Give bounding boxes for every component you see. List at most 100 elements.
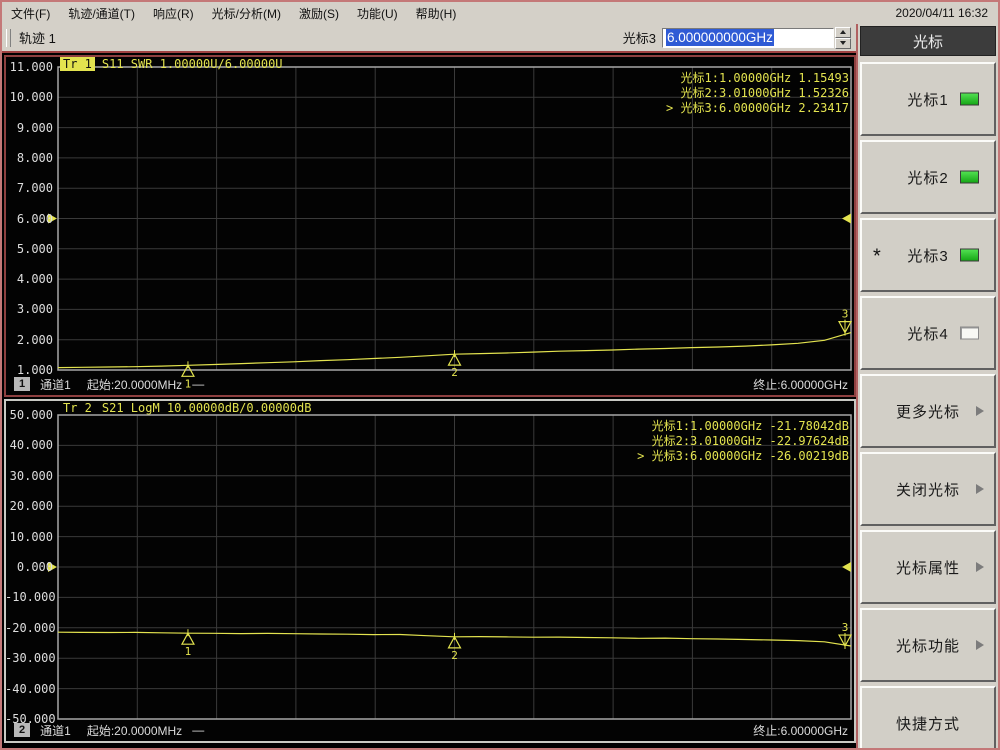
y-axis-label: 11.000 [9,60,53,74]
shortcuts-button[interactable]: 快捷方式 [860,686,996,748]
channel2-logmag-panel: Tr 2 S21 LogM 10.00000dB/0.00000dB 1 2 3 5… [4,399,856,743]
marker-functions-button[interactable]: 光标功能 [860,608,996,682]
marker-properties-button[interactable]: 光标属性 [860,530,996,604]
sweep-indicator: — [192,723,205,737]
y-axis-label: 9.000 [16,120,53,135]
channel-name: 通道1 [40,723,71,738]
indicator-on-icon [960,92,979,106]
channel-name: 通道1 [40,377,71,392]
ref-level-arrow-right-icon [842,562,851,572]
channel2-status-bar: 2 通道1 起始:20.0000MHz — 终止:6.00000GHz [14,722,848,738]
y-axis-label: -30.000 [5,651,56,666]
y-axis-label: 10.000 [9,529,53,544]
arrow-up-icon [840,30,846,34]
menu-item-marker-analysis[interactable]: 光标/分析(M) [203,5,290,22]
y-axis-label: 7.000 [16,181,53,196]
menu-item-stimulus[interactable]: 激励(S) [290,5,348,22]
start-frequency: 起始:20.0000MHz [86,723,183,738]
marker-stimulus-label: 光标3 [622,31,656,46]
stop-frequency: 终止:6.00000GHz [753,377,848,392]
marker-4-button[interactable]: 光标4 [860,296,996,370]
menu-items: 文件(F) 轨迹/通道(T) 响应(R) 光标/分析(M) 激励(S) 功能(U) 帮助(H… [2,5,465,22]
spinner-up-button[interactable] [835,26,851,38]
menu-item-file[interactable]: 文件(F) [2,5,59,22]
marker-stimulus-input[interactable]: 6.000000000GHz [662,27,834,48]
softkey-label: 光标属性 [895,559,960,577]
softkey-label: 光标4 [907,325,949,343]
marker-readout-line: 光标2:3.01000GHz 1.52326 [680,86,850,100]
y-axis-label: 8.000 [16,150,53,165]
arrow-down-icon [840,41,846,45]
turn-off-markers-button[interactable]: 关闭光标 [860,452,996,526]
indicator-off-icon [960,326,979,340]
softkey-sidebar: 光标 光标1 光标2 * 光标3 光标4 更多光标关闭光标光标属性光标功能快捷方式 [856,24,998,748]
menu-item-help[interactable]: 帮助(H) [407,5,466,22]
submenu-arrow-icon [976,640,984,650]
y-axis-label: 6.000 [16,211,53,226]
y-axis-label: 0.000 [16,560,53,574]
trace1-title: Tr 1 S11 SWR 1.00000U/6.00000U [60,57,283,71]
marker-readout-line: > 光标3:6.00000GHz -26.00219dB [637,449,849,463]
softkey-label: 光标2 [907,169,949,187]
y-axis-label: -40.000 [5,681,56,696]
marker-3-button[interactable]: * 光标3 [860,218,996,292]
more-markers-button[interactable]: 更多光标 [860,374,996,448]
indicator-on-icon [960,170,979,184]
marker-1-button[interactable]: 光标1 [860,62,996,136]
menu-item-function[interactable]: 功能(U) [348,5,407,22]
marker-number: 2 [451,649,458,662]
marker-number: 1 [185,645,192,658]
active-marker-star: * [873,245,882,268]
marker-readout-line: 光标1:1.00000GHz -21.78042dB [651,419,849,433]
active-trace-label: 轨迹 1 [19,31,56,46]
y-axis-label: 4.000 [16,272,53,287]
toolbar: 轨迹 1 光标3 6.000000000GHz [2,24,856,53]
channel-number-badge: 1 [14,377,31,391]
ref-level-arrow-right-icon [842,213,851,224]
submenu-arrow-icon [976,562,984,572]
softkey-menu-title: 光标 [860,26,996,56]
charts-area: Tr 1 S11 SWR 1.00000U/6.00000U 1 2 3 11.00… [2,53,856,748]
softkey-label: 关闭光标 [895,481,960,499]
softkey-label: 光标1 [907,91,949,109]
indicator-on-icon [960,248,979,262]
channel-number-badge: 2 [14,723,31,737]
y-axis-label: -20.000 [5,620,56,635]
channel1-status-bar: 1 通道1 起始:20.0000MHz — 终止:6.00000GHz [14,376,848,392]
y-axis-label: 20.000 [9,499,53,514]
softkey-label: 光标功能 [895,637,960,655]
marker-stimulus-group: 光标3 6.000000000GHz [622,26,851,49]
softkey-label: 快捷方式 [895,715,960,733]
menu-bar: 文件(F) 轨迹/通道(T) 响应(R) 光标/分析(M) 激励(S) 功能(U) 帮助(H… [2,2,998,25]
menu-item-response[interactable]: 响应(R) [144,5,203,22]
y-axis-label: 2.000 [16,332,53,347]
spinner-down-button[interactable] [835,37,851,49]
trace2-title: Tr 2 S21 LogM 10.00000dB/0.00000dB [60,401,311,415]
y-axis-label: 3.000 [16,302,53,317]
trace1-measurement: S11 SWR 1.00000U/6.00000U [101,57,283,71]
marker-number: 3 [842,621,849,634]
marker-number: 3 [842,308,849,321]
start-frequency: 起始:20.0000MHz [86,377,183,392]
y-axis-label: 10.000 [9,90,53,105]
marker-2-button[interactable]: 光标2 [860,140,996,214]
marker-readout-line: > 光标3:6.00000GHz 2.23417 [666,101,849,115]
y-axis-labels: 50.000 40.000 30.000 20.000 10.000 0.000 -10.0… [5,401,56,741]
sweep-indicator: — [192,377,205,391]
marker-readouts: 光标1:1.00000GHz 1.15493 光标2:3.01000GHz 1.5… [666,71,849,116]
vna-application-window: 文件(F) 轨迹/通道(T) 响应(R) 光标/分析(M) 激励(S) 功能(U) 帮助(H… [0,0,1000,750]
clock: 2020/04/11 16:32 [895,6,988,20]
y-axis-label: 30.000 [9,468,53,483]
marker-readouts: 光标1:1.00000GHz -21.78042dB 光标2:3.01000GHz… [637,419,849,464]
softkey-buttons: 光标1 光标2 * 光标3 光标4 更多光标关闭光标光标属性光标功能快捷方式 [860,62,996,748]
marker-stimulus-value: 6.000000000GHz [666,29,774,46]
channel1-swr-panel: Tr 1 S11 SWR 1.00000U/6.00000U 123 11.00… [4,55,856,397]
trace2-measurement: S21 LogM 10.00000dB/0.00000dB [101,401,312,415]
y-axis-labels: 11.000 10.000 9.000 8.000 7.000 6.000 5.000 4.0… [6,57,54,395]
marker-readout-line: 光标1:1.00000GHz 1.15493 [680,71,850,85]
softkey-label: 更多光标 [895,403,960,421]
menu-item-trace-channel[interactable]: 轨迹/通道(T) [59,5,144,22]
toolbar-grip-icon[interactable] [6,28,11,47]
y-axis-label: -10.000 [5,590,56,605]
y-axis-label: 5.000 [16,241,53,256]
